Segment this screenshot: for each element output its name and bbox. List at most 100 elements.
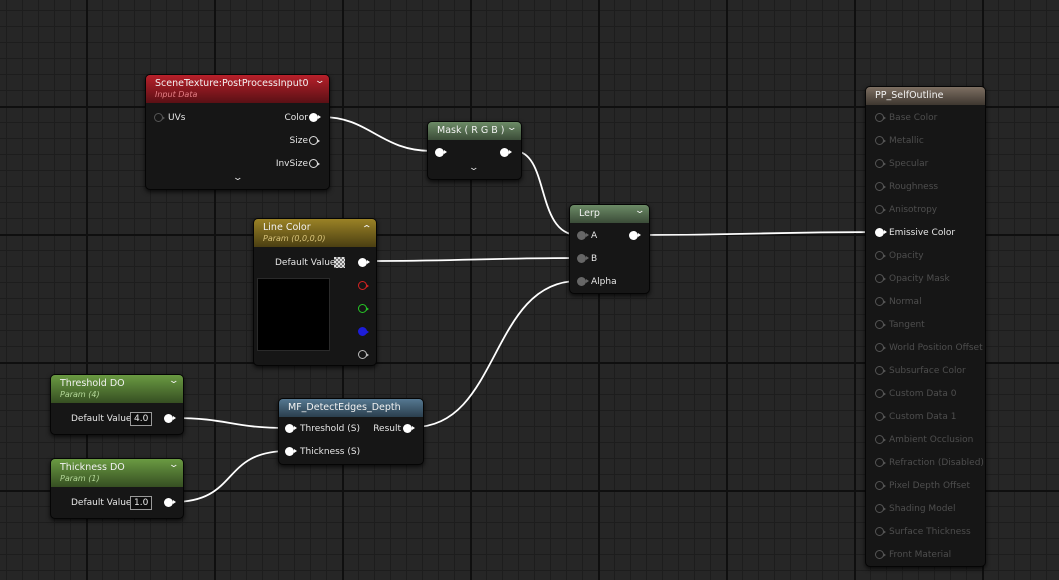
subsurface-color-label: Subsurface Color: [889, 366, 966, 376]
detect-edges-threshold-input-pin[interactable]: [285, 424, 297, 433]
thickness-header[interactable]: Thickness DO Param (1) ⌄: [51, 459, 183, 487]
custom-data-1-input-pin[interactable]: [875, 412, 886, 421]
thickness-output-pin[interactable]: [164, 498, 176, 507]
mask-header[interactable]: Mask ( R G B ) ⌄: [428, 122, 521, 140]
anisotropy-input-pin[interactable]: [875, 205, 886, 214]
size-output-pin[interactable]: [309, 136, 320, 145]
lerp-header[interactable]: Lerp ⌄: [570, 205, 649, 223]
lerp-a-input-pin[interactable]: [577, 231, 589, 240]
threshold-title: Threshold DO: [60, 378, 125, 389]
chevron-down-icon[interactable]: ⌄: [169, 460, 180, 470]
mask-input-pin[interactable]: [435, 148, 447, 157]
mask-node[interactable]: Mask ( R G B ) ⌄ ⌄: [427, 121, 522, 180]
thickness-value-field[interactable]: 1.0: [130, 496, 153, 510]
alpha-channel-pin[interactable]: [358, 350, 369, 359]
scene-texture-node[interactable]: SceneTexture:PostProcessInput0 Input Dat…: [145, 74, 330, 190]
wire-thickness-to-edges: [172, 450, 289, 503]
chevron-up-icon[interactable]: ⌄: [362, 222, 373, 232]
ambient-occlusion-input-pin[interactable]: [875, 435, 886, 444]
normal-label: Normal: [889, 297, 922, 307]
lerp-node[interactable]: Lerp ⌄ A B Alpha: [569, 204, 650, 294]
red-channel-pin[interactable]: [358, 281, 369, 290]
thickness-param-node[interactable]: Thickness DO Param (1) ⌄ Default Value 1…: [50, 458, 184, 519]
material-pin-row: World Position Offset: [866, 341, 985, 355]
detect-edges-result-output-pin[interactable]: [403, 424, 415, 433]
lerp-b-input-pin[interactable]: [577, 254, 589, 263]
color-output-pin[interactable]: [309, 113, 321, 122]
lerp-alpha-input-pin[interactable]: [577, 277, 589, 286]
material-pin-row: Metallic: [866, 134, 985, 148]
detect-edges-thickness-input-pin[interactable]: [285, 447, 297, 456]
base-color-label: Base Color: [889, 113, 938, 123]
chevron-down-icon[interactable]: ⌄: [507, 123, 518, 133]
surface-thickness-input-pin[interactable]: [875, 527, 886, 536]
shading-model-label: Shading Model: [889, 504, 956, 514]
mask-pin-row: [428, 146, 521, 160]
scene-texture-row-size: Size: [146, 134, 329, 148]
custom-data-0-label: Custom Data 0: [889, 389, 957, 399]
chevron-down-icon[interactable]: ⌄: [635, 206, 646, 216]
material-pin-row: Shading Model: [866, 502, 985, 516]
metallic-input-pin[interactable]: [875, 136, 886, 145]
detect-edges-row-threshold: Threshold (S) Result: [279, 422, 423, 436]
surface-thickness-label: Surface Thickness: [889, 527, 971, 537]
line-color-default-label: Default Value: [275, 258, 336, 268]
specular-input-pin[interactable]: [875, 159, 886, 168]
world-position-offset-input-pin[interactable]: [875, 343, 886, 352]
emissive-color-input-pin[interactable]: [875, 228, 887, 237]
normal-input-pin[interactable]: [875, 297, 886, 306]
expand-chevron-icon[interactable]: ⌄: [232, 173, 243, 183]
blue-channel-pin[interactable]: [358, 327, 369, 336]
pixel-depth-offset-input-pin[interactable]: [875, 481, 886, 490]
roughness-label: Roughness: [889, 182, 939, 192]
shading-model-input-pin[interactable]: [875, 504, 886, 513]
lerp-output-pin[interactable]: [629, 231, 641, 240]
uvs-input-pin[interactable]: [154, 113, 165, 122]
subsurface-color-input-pin[interactable]: [875, 366, 886, 375]
material-pin-row: Ambient Occlusion: [866, 433, 985, 447]
material-result-title: PP_SelfOutline: [875, 90, 944, 101]
front-material-input-pin[interactable]: [875, 550, 886, 559]
material-result-node[interactable]: PP_SelfOutline Base Color Metallic Specu…: [865, 86, 986, 567]
chevron-down-icon[interactable]: ⌄: [315, 76, 326, 86]
lerp-a-label: A: [591, 231, 598, 241]
material-pin-row: Tangent: [866, 318, 985, 332]
scene-texture-row-uvs-color: UVs Color: [146, 111, 329, 125]
specular-label: Specular: [889, 159, 929, 169]
size-label: Size: [289, 136, 308, 146]
threshold-output-pin[interactable]: [164, 414, 176, 423]
pixel-depth-offset-label: Pixel Depth Offset: [889, 481, 970, 491]
scene-texture-row-invsize: InvSize: [146, 157, 329, 171]
custom-data-0-input-pin[interactable]: [875, 389, 886, 398]
material-pin-row: Front Material: [866, 548, 985, 562]
mask-output-pin[interactable]: [500, 148, 512, 157]
threshold-param-node[interactable]: Threshold DO Param (4) ⌄ Default Value 4…: [50, 374, 184, 435]
chevron-down-icon[interactable]: ⌄: [169, 376, 180, 386]
material-pin-row: Anisotropy: [866, 203, 985, 217]
opacity-input-pin[interactable]: [875, 251, 886, 260]
detect-edges-function-node[interactable]: MF_DetectEdges_Depth Threshold (S) Resul…: [278, 398, 424, 465]
wire-color-to-mask: [321, 116, 433, 152]
roughness-input-pin[interactable]: [875, 182, 886, 191]
detect-edges-header[interactable]: MF_DetectEdges_Depth: [279, 399, 423, 417]
line-color-header[interactable]: Line Color Param (0,0,0,0) ⌄: [254, 219, 376, 247]
invsize-output-pin[interactable]: [309, 159, 320, 168]
thickness-subtitle: Param (1): [60, 474, 100, 483]
uvs-label: UVs: [168, 113, 186, 123]
opacity-mask-input-pin[interactable]: [875, 274, 886, 283]
material-result-header[interactable]: PP_SelfOutline: [866, 87, 985, 105]
scene-texture-header[interactable]: SceneTexture:PostProcessInput0 Input Dat…: [146, 75, 329, 103]
material-pin-row: Surface Thickness: [866, 525, 985, 539]
material-pin-row: Base Color: [866, 111, 985, 125]
checker-swatch-icon[interactable]: [334, 257, 345, 268]
expand-chevron-icon[interactable]: ⌄: [468, 163, 479, 173]
green-channel-pin[interactable]: [358, 304, 369, 313]
threshold-header[interactable]: Threshold DO Param (4) ⌄: [51, 375, 183, 403]
threshold-default-row: Default Value 4.0: [51, 412, 183, 426]
line-color-node[interactable]: Line Color Param (0,0,0,0) ⌄ Default Val…: [253, 218, 377, 366]
threshold-value-field[interactable]: 4.0: [130, 412, 153, 426]
line-color-rgba-output-pin[interactable]: [358, 258, 370, 267]
base-color-input-pin[interactable]: [875, 113, 886, 122]
tangent-input-pin[interactable]: [875, 320, 886, 329]
refraction-input-pin[interactable]: [875, 458, 886, 467]
